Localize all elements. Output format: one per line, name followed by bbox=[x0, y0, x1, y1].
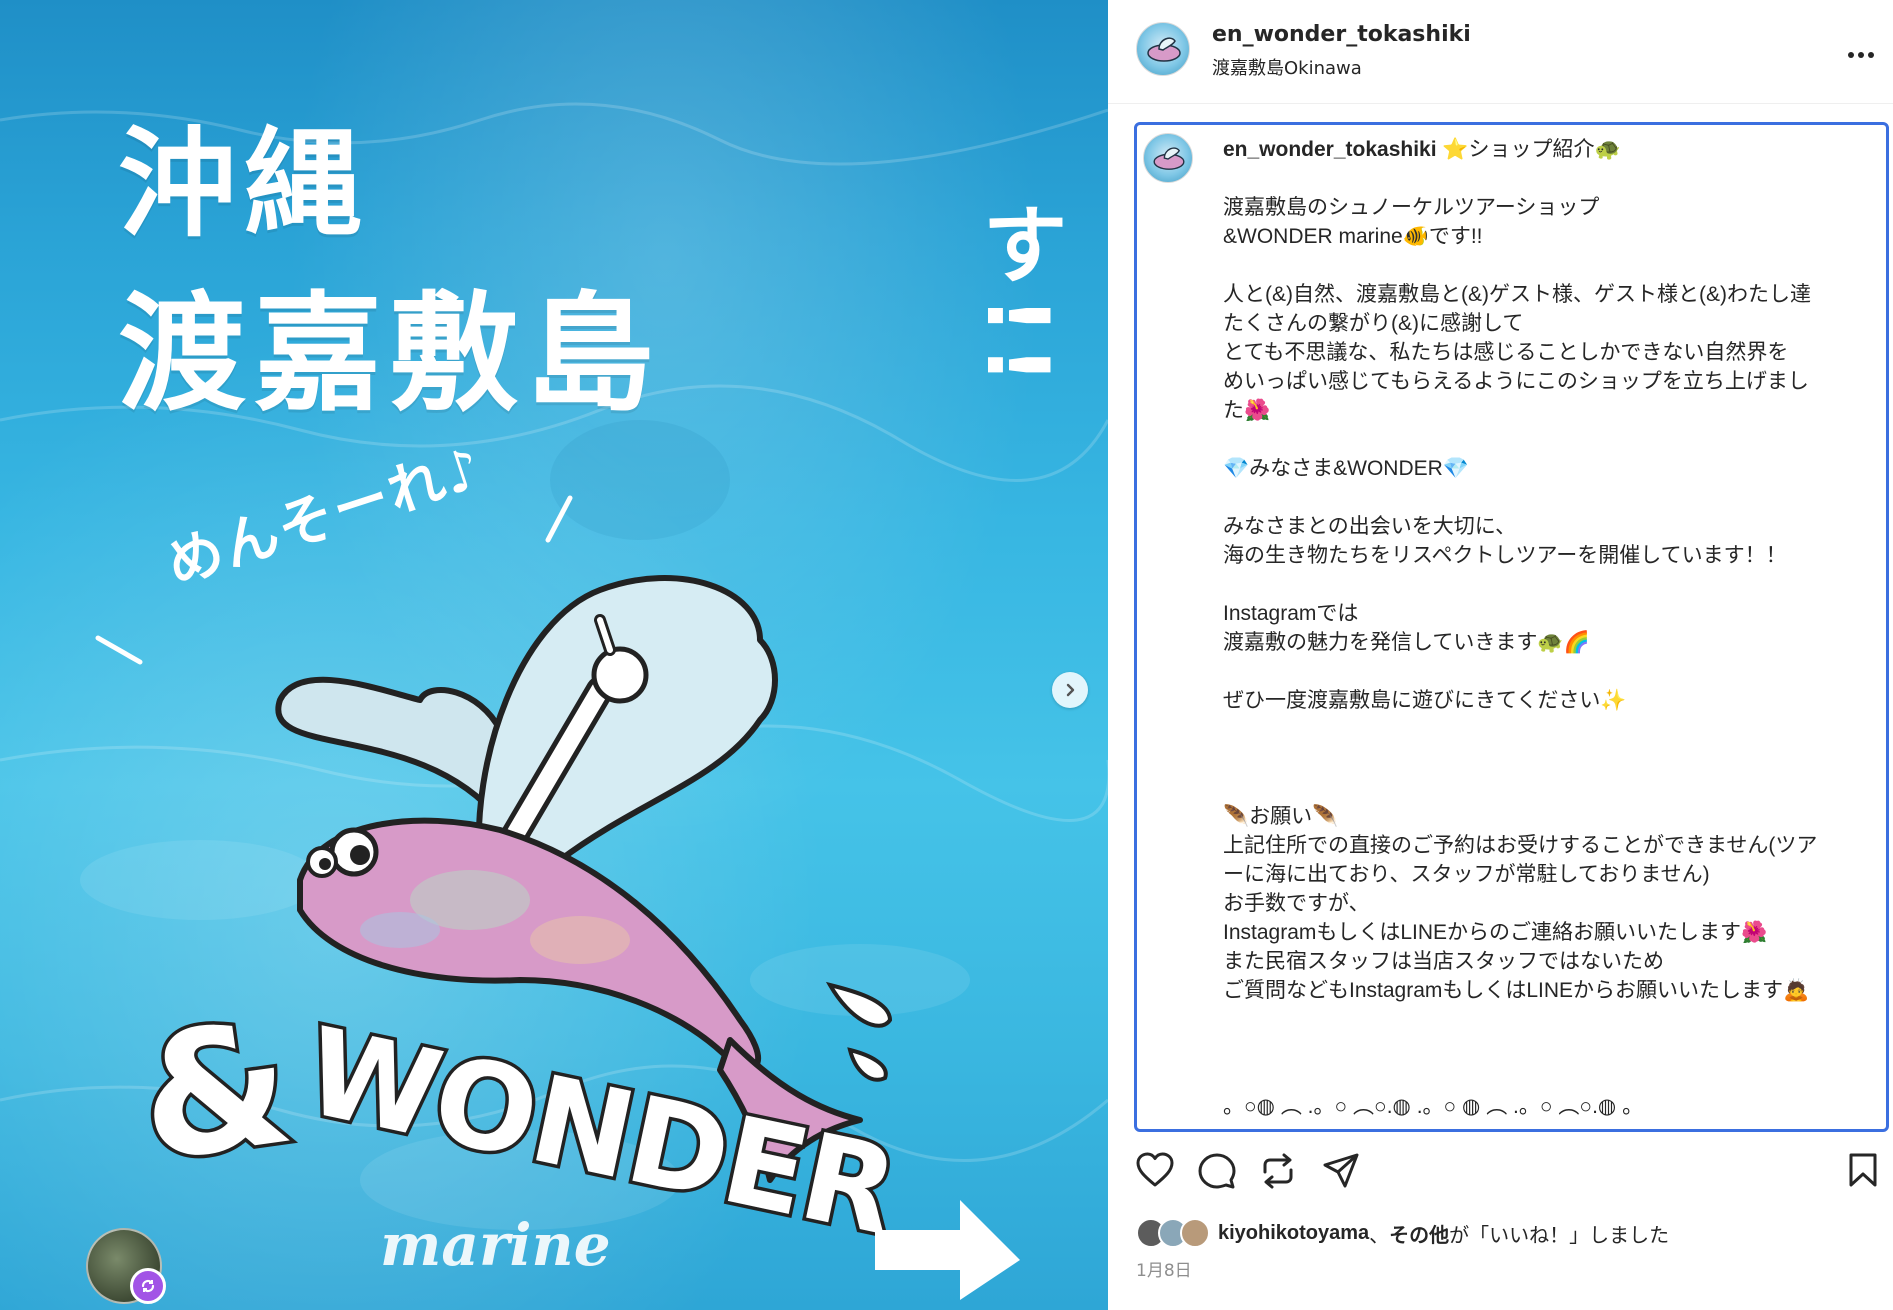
caption-text: en_wonder_tokashiki ⭐ショップ紹介🐢 渡嘉敷島のシュノーケル… bbox=[1223, 135, 1883, 1121]
logo-ampersand: & bbox=[128, 984, 302, 1201]
caption-body: 渡嘉敷島のシュノーケルツアーショップ &WONDER marine🐠です!! 人… bbox=[1223, 196, 1818, 1118]
post-header: en_wonder_tokashiki 渡嘉敷島Okinawa bbox=[1108, 0, 1893, 104]
caption-username[interactable]: en_wonder_tokashiki bbox=[1223, 138, 1437, 161]
comment-icon[interactable] bbox=[1198, 1152, 1236, 1190]
post-media[interactable]: 沖縄 渡嘉敷島 めんそーれ♪ & WONDER marine す!! bbox=[0, 0, 1108, 1310]
more-options-button[interactable] bbox=[1848, 32, 1874, 65]
shop-tagline: こんなショップです!! bbox=[967, 200, 1108, 968]
likes-suffix: が「いいね！」しました bbox=[1449, 1224, 1670, 1247]
post-sidebar: en_wonder_tokashiki 渡嘉敷島Okinawa en_wonde… bbox=[1108, 0, 1893, 1310]
post-date[interactable]: 1月8日 bbox=[1136, 1256, 1192, 1281]
fish-logo-icon bbox=[1153, 147, 1185, 170]
post-location[interactable]: 渡嘉敷島Okinawa bbox=[1212, 54, 1362, 80]
liker-avatars[interactable] bbox=[1136, 1218, 1210, 1248]
sync-icon bbox=[141, 1279, 155, 1293]
fish-logo-icon bbox=[1147, 37, 1181, 62]
likes-others-link[interactable]: その他 bbox=[1389, 1219, 1449, 1248]
caption-area: en_wonder_tokashiki ⭐ショップ紹介🐢 渡嘉敷島のシュノーケル… bbox=[1134, 122, 1889, 1132]
account-username[interactable]: en_wonder_tokashiki bbox=[1212, 22, 1471, 47]
carousel-next-button[interactable] bbox=[1052, 672, 1088, 708]
liked-by-username[interactable]: kiyohikotoyama bbox=[1218, 1222, 1369, 1245]
send-icon[interactable] bbox=[1322, 1152, 1360, 1190]
more-dots-icon bbox=[1848, 52, 1874, 58]
flying-fish-illustration: & WONDER marine bbox=[95, 495, 1020, 1300]
repost-icon[interactable] bbox=[1260, 1152, 1296, 1190]
arrow-right-graphic bbox=[875, 1200, 1020, 1300]
caption-avatar[interactable] bbox=[1143, 133, 1193, 183]
wonder-logo: & WONDER marine bbox=[125, 980, 910, 1279]
caption-first-line: ⭐ショップ紹介🐢 bbox=[1436, 138, 1621, 161]
reel-badge bbox=[130, 1268, 166, 1304]
likes-separator: 、 bbox=[1369, 1224, 1390, 1247]
heart-icon[interactable] bbox=[1136, 1152, 1174, 1188]
account-avatar[interactable] bbox=[1136, 22, 1190, 76]
svg-text:marine: marine bbox=[380, 1211, 611, 1279]
action-bar bbox=[1108, 1140, 1893, 1200]
bookmark-icon[interactable] bbox=[1848, 1152, 1878, 1188]
liker-avatar bbox=[1180, 1218, 1210, 1248]
chevron-right-icon bbox=[1066, 683, 1075, 697]
likes-summary: kiyohikotoyama 、 その他 が「いいね！」しました bbox=[1136, 1218, 1669, 1248]
